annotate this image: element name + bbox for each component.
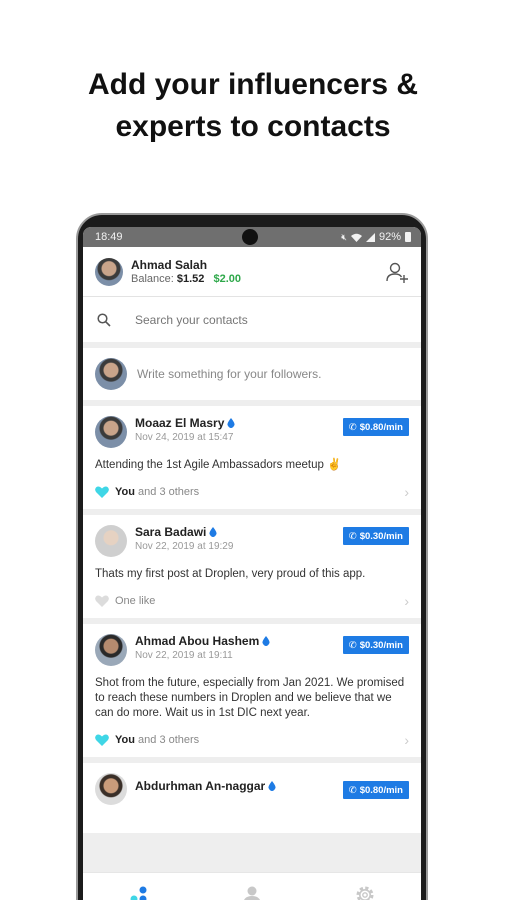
search-bar xyxy=(83,297,421,342)
post-author-name: Moaaz El Masry xyxy=(135,416,225,430)
post-author-name: Abdurhman An-naggar xyxy=(135,779,266,793)
credit-value: $2.00 xyxy=(213,273,241,285)
post-meta: Ahmad Abou Hashem Nov 22, 2019 at 19:11 xyxy=(135,634,343,661)
post-author[interactable]: Abdurhman An-naggar xyxy=(135,779,343,793)
balance-label: Balance: xyxy=(131,273,174,285)
like-summary: One like xyxy=(115,595,155,607)
post-date: Nov 24, 2019 at 15:47 xyxy=(135,432,234,443)
search-icon xyxy=(97,312,111,327)
feed-icon xyxy=(130,886,147,900)
like-summary: You and 3 others xyxy=(115,486,199,498)
headline-line-1: Add your influencers & xyxy=(87,68,419,101)
phone-screen: 18:49 🔇︎ 92% Ahmad Salah Balance: $1.52 … xyxy=(83,227,421,900)
status-bar: 18:49 🔇︎ 92% xyxy=(83,227,421,247)
like-you: You xyxy=(115,734,135,746)
like-rest: and 3 others xyxy=(138,734,200,746)
call-rate-button[interactable]: ✆ $0.80/min xyxy=(342,418,409,436)
post-author-avatar[interactable] xyxy=(95,634,127,666)
post-text: Shot from the future, especially from Ja… xyxy=(95,677,405,719)
post-likes: You and 3 others › xyxy=(95,731,409,749)
like-you: You xyxy=(115,486,135,498)
heart-icon[interactable] xyxy=(95,486,109,498)
call-rate: $0.30/min xyxy=(359,530,403,542)
wifi-icon xyxy=(350,233,362,242)
mute-icon: 🔇︎ xyxy=(341,231,347,242)
chevron-right-icon[interactable]: › xyxy=(404,484,409,500)
user-avatar[interactable] xyxy=(95,257,123,286)
user-info: Ahmad Salah Balance: $1.52 $2.00 xyxy=(131,258,385,285)
heart-icon[interactable] xyxy=(95,595,109,607)
signal-icon xyxy=(365,232,375,242)
post-text: Attending the 1st Agile Ambassadors meet… xyxy=(95,459,342,471)
post-header: Abdurhman An-naggar ✆ $0.80/min xyxy=(95,773,409,805)
app-header: Ahmad Salah Balance: $1.52 $2.00 xyxy=(83,247,421,297)
nav-settings[interactable] xyxy=(335,880,395,900)
settings-icon xyxy=(356,886,374,900)
battery-icon xyxy=(405,232,411,242)
like-rest: One like xyxy=(115,595,156,607)
post-text: Thats my first post at Droplen, very pro… xyxy=(95,568,366,580)
headline: Add your influencers & experts to contac… xyxy=(0,64,506,148)
nav-profile[interactable] xyxy=(222,880,282,900)
call-rate-button[interactable]: ✆ $0.30/min xyxy=(342,636,409,654)
bottom-nav xyxy=(83,872,421,900)
drop-icon xyxy=(262,636,270,646)
like-summary: You and 3 others xyxy=(115,734,199,746)
post-likes: One like › xyxy=(95,592,409,610)
phone-icon: ✆ xyxy=(348,639,357,651)
profile-icon xyxy=(244,886,260,900)
post-date: Nov 22, 2019 at 19:11 xyxy=(135,650,233,661)
call-rate: $0.80/min xyxy=(359,421,403,433)
post-author[interactable]: Sara Badawi xyxy=(135,525,343,539)
post-header: Ahmad Abou Hashem Nov 22, 2019 at 19:11 … xyxy=(95,634,409,666)
balance-line: Balance: $1.52 $2.00 xyxy=(131,273,385,285)
post-meta: Abdurhman An-naggar xyxy=(135,773,343,793)
post-meta: Sara Badawi Nov 22, 2019 at 19:29 xyxy=(135,525,343,552)
search-input[interactable] xyxy=(135,312,407,327)
nav-feed[interactable] xyxy=(109,880,169,900)
compose-placeholder[interactable]: Write something for your followers. xyxy=(137,367,322,381)
balance-value: $1.52 xyxy=(176,273,205,285)
drop-icon xyxy=(268,781,276,791)
headline-line-2: experts to contacts xyxy=(115,110,391,143)
call-rate: $0.30/min xyxy=(359,639,403,651)
chevron-right-icon[interactable]: › xyxy=(404,593,409,609)
post-author-avatar[interactable] xyxy=(95,773,127,805)
post-header: Sara Badawi Nov 22, 2019 at 19:29 ✆ $0.3… xyxy=(95,525,409,557)
status-time: 18:49 xyxy=(95,231,123,243)
post-author[interactable]: Moaaz El Masry xyxy=(135,416,343,430)
compose-avatar xyxy=(95,358,127,390)
phone-icon: ✆ xyxy=(348,421,357,433)
post-author[interactable]: Ahmad Abou Hashem xyxy=(135,634,343,648)
call-rate-button[interactable]: ✆ $0.80/min xyxy=(342,781,409,799)
post-meta: Moaaz El Masry Nov 24, 2019 at 15:47 xyxy=(135,416,343,443)
phone-frame: 18:49 🔇︎ 92% Ahmad Salah Balance: $1.52 … xyxy=(76,213,428,900)
post-card[interactable]: Sara Badawi Nov 22, 2019 at 19:29 ✆ $0.3… xyxy=(83,515,421,618)
status-icons: 🔇︎ 92% xyxy=(341,231,411,243)
post-author-name: Sara Badawi xyxy=(135,525,207,539)
compose-box[interactable]: Write something for your followers. xyxy=(83,348,421,400)
call-rate: $0.80/min xyxy=(359,784,403,796)
drop-icon xyxy=(209,527,217,537)
post-card[interactable]: Moaaz El Masry Nov 24, 2019 at 15:47 ✆ $… xyxy=(83,406,421,509)
post-header: Moaaz El Masry Nov 24, 2019 at 15:47 ✆ $… xyxy=(95,416,409,448)
post-date: Nov 22, 2019 at 19:29 xyxy=(135,541,234,552)
heart-icon[interactable] xyxy=(95,734,109,746)
post-author-avatar[interactable] xyxy=(95,416,127,448)
post-card[interactable]: Ahmad Abou Hashem Nov 22, 2019 at 19:11 … xyxy=(83,624,421,757)
user-name: Ahmad Salah xyxy=(131,258,208,272)
camera-notch xyxy=(242,229,258,245)
phone-icon: ✆ xyxy=(348,530,357,542)
post-card[interactable]: Abdurhman An-naggar ✆ $0.80/min xyxy=(83,763,421,833)
call-rate-button[interactable]: ✆ $0.30/min xyxy=(342,527,409,545)
like-rest: and 3 others xyxy=(138,486,200,498)
phone-icon: ✆ xyxy=(348,784,357,796)
drop-icon xyxy=(227,418,235,428)
post-likes: You and 3 others › xyxy=(95,483,409,501)
post-author-name: Ahmad Abou Hashem xyxy=(135,634,260,648)
battery-percent: 92% xyxy=(378,231,401,243)
chevron-right-icon[interactable]: › xyxy=(404,732,409,748)
post-author-avatar[interactable] xyxy=(95,525,127,557)
add-contact-icon[interactable] xyxy=(385,260,409,284)
